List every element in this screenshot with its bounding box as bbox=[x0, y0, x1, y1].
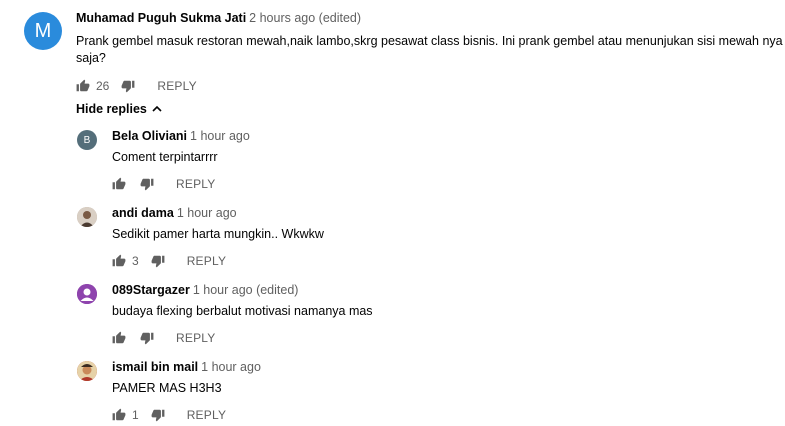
reply-header: ismail bin mail 1 hour ago bbox=[112, 360, 261, 374]
reply-text: Sedikit pamer harta mungkin.. Wkwkw bbox=[112, 227, 324, 241]
reply-author[interactable]: andi dama bbox=[112, 206, 174, 220]
hide-replies-button[interactable]: Hide replies bbox=[76, 102, 162, 116]
reply-text: Coment terpintarrrr bbox=[112, 150, 218, 164]
reply-actions: REPLY bbox=[112, 330, 215, 346]
thumbs-down-icon[interactable] bbox=[151, 254, 165, 268]
thumbs-down-icon[interactable] bbox=[121, 79, 135, 93]
hide-replies-label: Hide replies bbox=[76, 102, 147, 116]
reply-button[interactable]: REPLY bbox=[187, 254, 226, 268]
reply-header: Bela Oliviani 1 hour ago bbox=[112, 129, 250, 143]
thumbs-down-icon[interactable] bbox=[140, 177, 154, 191]
reply-actions: REPLY bbox=[112, 176, 215, 192]
reply-header: 089Stargazer 1 hour ago (edited) bbox=[112, 283, 298, 297]
thumbs-up-icon[interactable] bbox=[76, 79, 90, 93]
comment-header: Muhamad Puguh Sukma Jati 2 hours ago (edi… bbox=[76, 11, 361, 25]
avatar[interactable] bbox=[77, 284, 97, 304]
reply-button[interactable]: REPLY bbox=[157, 79, 196, 93]
comment-author[interactable]: Muhamad Puguh Sukma Jati bbox=[76, 11, 246, 25]
reply-actions: 3 REPLY bbox=[112, 253, 226, 269]
reply-time[interactable]: 1 hour ago bbox=[201, 360, 261, 374]
reply-time[interactable]: 1 hour ago bbox=[190, 129, 250, 143]
reply-time[interactable]: 1 hour ago bbox=[177, 206, 237, 220]
reply-text: PAMER MAS H3H3 bbox=[112, 381, 222, 395]
avatar-letter: B bbox=[83, 134, 91, 146]
avatar[interactable]: B bbox=[77, 130, 97, 150]
reply-button[interactable]: REPLY bbox=[176, 331, 215, 345]
reply-author[interactable]: Bela Oliviani bbox=[112, 129, 187, 143]
reply-header: andi dama 1 hour ago bbox=[112, 206, 237, 220]
reply-actions: 1 REPLY bbox=[112, 407, 226, 423]
like-count: 3 bbox=[132, 254, 139, 268]
like-count: 26 bbox=[96, 79, 110, 93]
reply-button[interactable]: REPLY bbox=[176, 177, 215, 191]
thumbs-down-icon[interactable] bbox=[140, 331, 154, 345]
avatar[interactable] bbox=[77, 361, 97, 381]
reply-time[interactable]: 1 hour ago (edited) bbox=[193, 283, 299, 297]
avatar[interactable]: M bbox=[24, 12, 62, 50]
default-user-icon bbox=[77, 284, 97, 304]
reply-button[interactable]: REPLY bbox=[187, 408, 226, 422]
like-count: 1 bbox=[132, 408, 139, 422]
reply-author[interactable]: ismail bin mail bbox=[112, 360, 198, 374]
avatar[interactable] bbox=[77, 207, 97, 227]
reply-author[interactable]: 089Stargazer bbox=[112, 283, 190, 297]
reply-text: budaya flexing berbalut motivasi namanya… bbox=[112, 304, 373, 318]
thumbs-up-icon[interactable] bbox=[112, 408, 126, 422]
avatar-photo bbox=[77, 207, 97, 227]
comment-actions: 26 REPLY bbox=[76, 78, 197, 94]
comment-text-line: Prank gembel masuk restoran mewah,naik l… bbox=[76, 34, 783, 48]
avatar-photo bbox=[77, 361, 97, 381]
comment-text: Prank gembel masuk restoran mewah,naik l… bbox=[76, 33, 785, 67]
thumbs-down-icon[interactable] bbox=[151, 408, 165, 422]
comment-time[interactable]: 2 hours ago (edited) bbox=[249, 11, 361, 25]
thumbs-up-icon[interactable] bbox=[112, 331, 126, 345]
chevron-up-icon bbox=[152, 105, 162, 112]
thumbs-up-icon[interactable] bbox=[112, 177, 126, 191]
avatar-letter: M bbox=[34, 19, 52, 42]
comment-text-line: saja? bbox=[76, 51, 106, 65]
thumbs-up-icon[interactable] bbox=[112, 254, 126, 268]
